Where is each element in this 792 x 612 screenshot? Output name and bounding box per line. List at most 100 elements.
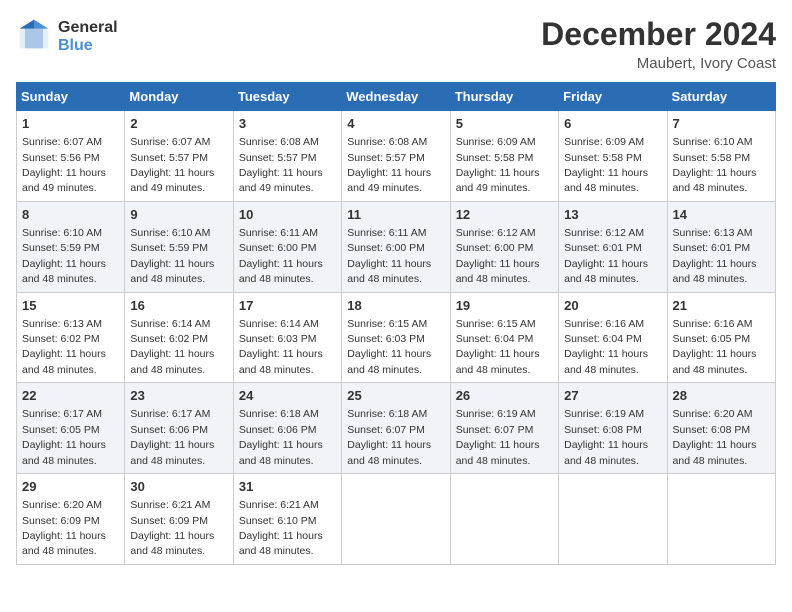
table-row: 15 Sunrise: 6:13 AMSunset: 6:02 PMDaylig… <box>17 292 125 383</box>
day-detail: Sunrise: 6:17 AMSunset: 6:06 PMDaylight:… <box>130 408 214 466</box>
table-row: 12 Sunrise: 6:12 AMSunset: 6:00 PMDaylig… <box>450 201 558 292</box>
day-number: 6 <box>564 115 661 133</box>
table-row <box>667 474 775 565</box>
table-row: 25 Sunrise: 6:18 AMSunset: 6:07 PMDaylig… <box>342 383 450 474</box>
table-row: 17 Sunrise: 6:14 AMSunset: 6:03 PMDaylig… <box>233 292 341 383</box>
calendar-week-row: 8 Sunrise: 6:10 AMSunset: 5:59 PMDayligh… <box>17 201 776 292</box>
day-detail: Sunrise: 6:18 AMSunset: 6:06 PMDaylight:… <box>239 408 323 466</box>
table-row: 7 Sunrise: 6:10 AMSunset: 5:58 PMDayligh… <box>667 111 775 202</box>
table-row: 9 Sunrise: 6:10 AMSunset: 5:59 PMDayligh… <box>125 201 233 292</box>
table-row: 1 Sunrise: 6:07 AMSunset: 5:56 PMDayligh… <box>17 111 125 202</box>
day-number: 4 <box>347 115 444 133</box>
table-row: 20 Sunrise: 6:16 AMSunset: 6:04 PMDaylig… <box>559 292 667 383</box>
calendar-week-row: 1 Sunrise: 6:07 AMSunset: 5:56 PMDayligh… <box>17 111 776 202</box>
col-tuesday: Tuesday <box>233 83 341 111</box>
day-detail: Sunrise: 6:17 AMSunset: 6:05 PMDaylight:… <box>22 408 106 466</box>
col-saturday: Saturday <box>667 83 775 111</box>
day-number: 24 <box>239 387 336 405</box>
day-number: 17 <box>239 297 336 315</box>
day-number: 2 <box>130 115 227 133</box>
table-row: 23 Sunrise: 6:17 AMSunset: 6:06 PMDaylig… <box>125 383 233 474</box>
day-detail: Sunrise: 6:14 AMSunset: 6:02 PMDaylight:… <box>130 318 214 376</box>
table-row: 6 Sunrise: 6:09 AMSunset: 5:58 PMDayligh… <box>559 111 667 202</box>
table-row: 11 Sunrise: 6:11 AMSunset: 6:00 PMDaylig… <box>342 201 450 292</box>
day-detail: Sunrise: 6:10 AMSunset: 5:58 PMDaylight:… <box>673 136 757 194</box>
day-number: 8 <box>22 206 119 224</box>
day-number: 31 <box>239 478 336 496</box>
day-detail: Sunrise: 6:11 AMSunset: 6:00 PMDaylight:… <box>239 227 323 285</box>
day-number: 10 <box>239 206 336 224</box>
day-number: 20 <box>564 297 661 315</box>
table-row: 3 Sunrise: 6:08 AMSunset: 5:57 PMDayligh… <box>233 111 341 202</box>
page-header: General Blue December 2024 Maubert, Ivor… <box>16 16 776 72</box>
table-row: 5 Sunrise: 6:09 AMSunset: 5:58 PMDayligh… <box>450 111 558 202</box>
col-monday: Monday <box>125 83 233 111</box>
day-detail: Sunrise: 6:10 AMSunset: 5:59 PMDaylight:… <box>130 227 214 285</box>
day-number: 12 <box>456 206 553 224</box>
day-number: 28 <box>673 387 770 405</box>
day-detail: Sunrise: 6:21 AMSunset: 6:10 PMDaylight:… <box>239 499 323 557</box>
day-detail: Sunrise: 6:15 AMSunset: 6:04 PMDaylight:… <box>456 318 540 376</box>
day-detail: Sunrise: 6:20 AMSunset: 6:08 PMDaylight:… <box>673 408 757 466</box>
day-detail: Sunrise: 6:08 AMSunset: 5:57 PMDaylight:… <box>239 136 323 194</box>
table-row: 19 Sunrise: 6:15 AMSunset: 6:04 PMDaylig… <box>450 292 558 383</box>
day-detail: Sunrise: 6:11 AMSunset: 6:00 PMDaylight:… <box>347 227 431 285</box>
day-detail: Sunrise: 6:20 AMSunset: 6:09 PMDaylight:… <box>22 499 106 557</box>
day-detail: Sunrise: 6:07 AMSunset: 5:57 PMDaylight:… <box>130 136 214 194</box>
day-number: 27 <box>564 387 661 405</box>
day-number: 9 <box>130 206 227 224</box>
table-row: 13 Sunrise: 6:12 AMSunset: 6:01 PMDaylig… <box>559 201 667 292</box>
day-detail: Sunrise: 6:19 AMSunset: 6:07 PMDaylight:… <box>456 408 540 466</box>
table-row: 21 Sunrise: 6:16 AMSunset: 6:05 PMDaylig… <box>667 292 775 383</box>
title-block: December 2024 Maubert, Ivory Coast <box>541 16 776 72</box>
col-sunday: Sunday <box>17 83 125 111</box>
day-number: 1 <box>22 115 119 133</box>
table-row: 28 Sunrise: 6:20 AMSunset: 6:08 PMDaylig… <box>667 383 775 474</box>
day-number: 16 <box>130 297 227 315</box>
day-detail: Sunrise: 6:12 AMSunset: 6:00 PMDaylight:… <box>456 227 540 285</box>
day-number: 30 <box>130 478 227 496</box>
table-row: 2 Sunrise: 6:07 AMSunset: 5:57 PMDayligh… <box>125 111 233 202</box>
table-row: 27 Sunrise: 6:19 AMSunset: 6:08 PMDaylig… <box>559 383 667 474</box>
table-row <box>559 474 667 565</box>
day-detail: Sunrise: 6:19 AMSunset: 6:08 PMDaylight:… <box>564 408 648 466</box>
day-detail: Sunrise: 6:21 AMSunset: 6:09 PMDaylight:… <box>130 499 214 557</box>
table-row: 26 Sunrise: 6:19 AMSunset: 6:07 PMDaylig… <box>450 383 558 474</box>
day-number: 18 <box>347 297 444 315</box>
day-detail: Sunrise: 6:16 AMSunset: 6:04 PMDaylight:… <box>564 318 648 376</box>
day-detail: Sunrise: 6:10 AMSunset: 5:59 PMDaylight:… <box>22 227 106 285</box>
day-number: 3 <box>239 115 336 133</box>
table-row: 31 Sunrise: 6:21 AMSunset: 6:10 PMDaylig… <box>233 474 341 565</box>
day-number: 22 <box>22 387 119 405</box>
logo-icon <box>16 16 52 57</box>
day-detail: Sunrise: 6:13 AMSunset: 6:02 PMDaylight:… <box>22 318 106 376</box>
table-row: 8 Sunrise: 6:10 AMSunset: 5:59 PMDayligh… <box>17 201 125 292</box>
calendar-table: Sunday Monday Tuesday Wednesday Thursday… <box>16 82 776 565</box>
day-detail: Sunrise: 6:09 AMSunset: 5:58 PMDaylight:… <box>456 136 540 194</box>
day-detail: Sunrise: 6:09 AMSunset: 5:58 PMDaylight:… <box>564 136 648 194</box>
day-number: 23 <box>130 387 227 405</box>
calendar-header-row: Sunday Monday Tuesday Wednesday Thursday… <box>17 83 776 111</box>
day-detail: Sunrise: 6:07 AMSunset: 5:56 PMDaylight:… <box>22 136 106 194</box>
day-number: 19 <box>456 297 553 315</box>
calendar-week-row: 22 Sunrise: 6:17 AMSunset: 6:05 PMDaylig… <box>17 383 776 474</box>
day-detail: Sunrise: 6:12 AMSunset: 6:01 PMDaylight:… <box>564 227 648 285</box>
page-title: December 2024 <box>541 16 776 53</box>
day-number: 11 <box>347 206 444 224</box>
table-row <box>342 474 450 565</box>
table-row: 24 Sunrise: 6:18 AMSunset: 6:06 PMDaylig… <box>233 383 341 474</box>
table-row: 4 Sunrise: 6:08 AMSunset: 5:57 PMDayligh… <box>342 111 450 202</box>
calendar-week-row: 15 Sunrise: 6:13 AMSunset: 6:02 PMDaylig… <box>17 292 776 383</box>
day-number: 5 <box>456 115 553 133</box>
col-thursday: Thursday <box>450 83 558 111</box>
table-row: 22 Sunrise: 6:17 AMSunset: 6:05 PMDaylig… <box>17 383 125 474</box>
day-number: 26 <box>456 387 553 405</box>
table-row: 29 Sunrise: 6:20 AMSunset: 6:09 PMDaylig… <box>17 474 125 565</box>
table-row: 30 Sunrise: 6:21 AMSunset: 6:09 PMDaylig… <box>125 474 233 565</box>
page-subtitle: Maubert, Ivory Coast <box>541 55 776 72</box>
day-number: 13 <box>564 206 661 224</box>
day-number: 25 <box>347 387 444 405</box>
col-friday: Friday <box>559 83 667 111</box>
day-detail: Sunrise: 6:08 AMSunset: 5:57 PMDaylight:… <box>347 136 431 194</box>
table-row <box>450 474 558 565</box>
